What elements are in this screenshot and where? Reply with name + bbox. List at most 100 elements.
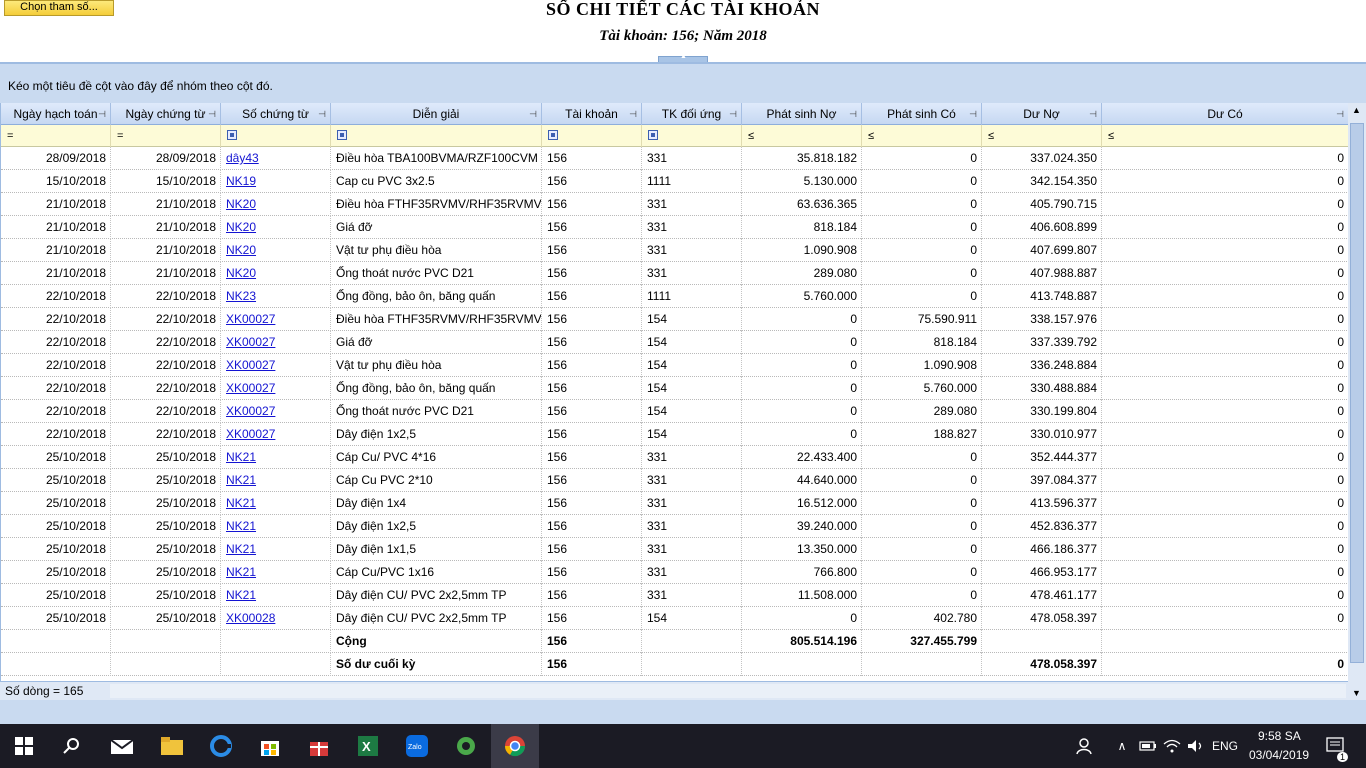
cell-document-number[interactable]: NK20	[221, 216, 331, 239]
filter-cell-credit-balance[interactable]: ≤	[1102, 125, 1348, 147]
vertical-scrollbar[interactable]: ▲ ▼	[1348, 103, 1366, 700]
cell-document-number[interactable]: XK00027	[221, 331, 331, 354]
table-row[interactable]: 21/10/2018 21/10/2018 NK20 Ống thoát nước P…	[1, 262, 1348, 285]
filter-operator-icon[interactable]	[337, 130, 347, 141]
edge-browser-icon[interactable]	[197, 724, 245, 768]
column-header-debit-amount[interactable]: Phát sinh Nợ ⊣	[742, 103, 862, 125]
table-row[interactable]: 22/10/2018 22/10/2018 XK00027 Điều hòa FTHF…	[1, 308, 1348, 331]
battery-icon[interactable]	[1136, 724, 1160, 768]
volume-icon[interactable]	[1184, 724, 1208, 768]
table-row[interactable]: 25/10/2018 25/10/2018 NK21 Dây điện 1x4 156 3…	[1, 492, 1348, 515]
pin-icon[interactable]: ⊣	[208, 103, 216, 125]
cell-document-number[interactable]: NK21	[221, 492, 331, 515]
column-header-contra-account[interactable]: TK đối ứng ⊣	[642, 103, 742, 125]
wifi-icon[interactable]	[1160, 724, 1184, 768]
filter-cell-contra-account[interactable]	[642, 125, 742, 147]
cell-document-number[interactable]: XK00027	[221, 423, 331, 446]
accounting-app-icon[interactable]	[442, 724, 490, 768]
people-icon[interactable]	[1066, 724, 1102, 768]
table-row[interactable]: 22/10/2018 22/10/2018 XK00027 Dây điện 1x2,…	[1, 423, 1348, 446]
scroll-down-icon[interactable]: ▼	[1352, 688, 1361, 698]
gift-app-icon[interactable]	[295, 724, 343, 768]
filter-operator[interactable]: =	[117, 130, 123, 142]
column-header-debit-balance[interactable]: Dư Nợ ⊣	[982, 103, 1102, 125]
pin-icon[interactable]: ⊣	[629, 103, 637, 125]
cell-document-number[interactable]: NK21	[221, 469, 331, 492]
cell-document-number[interactable]: NK20	[221, 193, 331, 216]
filter-operator[interactable]: ≤	[1108, 130, 1114, 142]
scroll-up-icon[interactable]: ▲	[1352, 105, 1361, 115]
column-header-document-date[interactable]: Ngày chứng từ ⊣	[111, 103, 221, 125]
cell-document-number[interactable]: XK00028	[221, 607, 331, 630]
pin-icon[interactable]: ⊣	[1089, 103, 1097, 125]
pin-icon[interactable]: ⊣	[729, 103, 737, 125]
table-row[interactable]: 25/10/2018 25/10/2018 NK21 Dây điện 1x1,5 15…	[1, 538, 1348, 561]
table-row[interactable]: 25/10/2018 25/10/2018 XK00028 Dây điện CU/ …	[1, 607, 1348, 630]
cell-document-number[interactable]: XK00027	[221, 377, 331, 400]
cell-document-number[interactable]: dây43	[221, 147, 331, 170]
table-row[interactable]: 21/10/2018 21/10/2018 NK20 Giá đỡ 156 331 818.…	[1, 216, 1348, 239]
filter-cell-account[interactable]	[542, 125, 642, 147]
cell-document-number[interactable]: NK21	[221, 515, 331, 538]
pin-icon[interactable]: ⊣	[969, 103, 977, 125]
table-row[interactable]: 25/10/2018 25/10/2018 NK21 Dây điện CU/ PVC…	[1, 584, 1348, 607]
column-header-credit-balance[interactable]: Dư Có ⊣	[1102, 103, 1348, 125]
filter-operator[interactable]: ≤	[868, 130, 874, 142]
zalo-icon[interactable]: Zalo	[393, 724, 441, 768]
mail-icon[interactable]	[98, 724, 146, 768]
column-header-description[interactable]: Diễn giải ⊣	[331, 103, 542, 125]
column-header-credit-amount[interactable]: Phát sinh Có ⊣	[862, 103, 982, 125]
excel-icon[interactable]: X	[344, 724, 392, 768]
store-icon[interactable]	[246, 724, 294, 768]
table-row[interactable]: 25/10/2018 25/10/2018 NK21 Dây điện 1x2,5 15…	[1, 515, 1348, 538]
cell-document-number[interactable]: NK23	[221, 285, 331, 308]
column-header-posting-date[interactable]: Ngày hạch toán ⊣	[1, 103, 111, 125]
filter-cell-description[interactable]	[331, 125, 542, 147]
clock-time[interactable]: 9:58 SA	[1258, 729, 1301, 743]
chrome-icon[interactable]	[491, 724, 539, 768]
filter-operator[interactable]: =	[7, 130, 13, 142]
table-row[interactable]: 28/09/2018 28/09/2018 dây43 Điều hòa TBA100…	[1, 147, 1348, 170]
filter-operator-icon[interactable]	[548, 130, 558, 141]
cell-document-number[interactable]: XK00027	[221, 354, 331, 377]
scrollbar-thumb[interactable]	[1350, 123, 1364, 663]
cell-document-number[interactable]: NK21	[221, 538, 331, 561]
search-icon[interactable]	[48, 724, 96, 768]
filter-operator[interactable]: ≤	[988, 130, 994, 142]
cell-document-number[interactable]: NK21	[221, 584, 331, 607]
notification-icon[interactable]: 1	[1318, 724, 1354, 768]
table-row[interactable]: 22/10/2018 22/10/2018 XK00027 Giá đỡ 156 154 0…	[1, 331, 1348, 354]
table-row[interactable]: 21/10/2018 21/10/2018 NK20 Điều hòa FTHF35R…	[1, 193, 1348, 216]
table-row[interactable]: 21/10/2018 21/10/2018 NK20 Vật tư phụ điều …	[1, 239, 1348, 262]
cell-document-number[interactable]: NK20	[221, 262, 331, 285]
filter-cell-debit-amount[interactable]: ≤	[742, 125, 862, 147]
file-explorer-icon[interactable]	[148, 724, 196, 768]
pin-icon[interactable]: ⊣	[318, 103, 326, 125]
horizontal-scrollbar[interactable]	[110, 684, 1346, 698]
cell-document-number[interactable]: NK20	[221, 239, 331, 262]
cell-document-number[interactable]: XK00027	[221, 308, 331, 331]
cell-document-number[interactable]: NK21	[221, 561, 331, 584]
filter-cell-credit-amount[interactable]: ≤	[862, 125, 982, 147]
pin-icon[interactable]: ⊣	[849, 103, 857, 125]
table-row[interactable]: 25/10/2018 25/10/2018 NK21 Cáp Cu/ PVC 4*16…	[1, 446, 1348, 469]
pin-icon[interactable]: ⊣	[1336, 103, 1344, 125]
filter-operator[interactable]: ≤	[748, 130, 754, 142]
table-row[interactable]: 22/10/2018 22/10/2018 NK23 Ống đồng, bảo ôn…	[1, 285, 1348, 308]
table-row[interactable]: 22/10/2018 22/10/2018 XK00027 Ống đồng, bảo…	[1, 377, 1348, 400]
column-header-account[interactable]: Tài khoản ⊣	[542, 103, 642, 125]
filter-operator-icon[interactable]	[227, 130, 237, 141]
clock-date[interactable]: 03/04/2019	[1249, 748, 1309, 762]
pin-icon[interactable]: ⊣	[529, 103, 537, 125]
chevron-up-icon[interactable]: ∧	[1110, 724, 1134, 768]
filter-operator-icon[interactable]	[648, 130, 658, 141]
group-by-panel[interactable]: Kéo một tiêu đề cột vào đây để nhóm theo…	[0, 64, 1366, 102]
table-row[interactable]: 22/10/2018 22/10/2018 XK00027 Ống thoát nướ…	[1, 400, 1348, 423]
column-header-document-number[interactable]: Số chứng từ ⊣	[221, 103, 331, 125]
language-indicator[interactable]: ENG	[1212, 739, 1238, 753]
table-row[interactable]: 15/10/2018 15/10/2018 NK19 Cap cu PVC 3x2.5…	[1, 170, 1348, 193]
filter-cell-document-date[interactable]: =	[111, 125, 221, 147]
filter-cell-document-number[interactable]	[221, 125, 331, 147]
filter-cell-posting-date[interactable]: =	[1, 125, 111, 147]
table-row[interactable]: 25/10/2018 25/10/2018 NK21 Cáp Cu/PVC 1x16 1…	[1, 561, 1348, 584]
